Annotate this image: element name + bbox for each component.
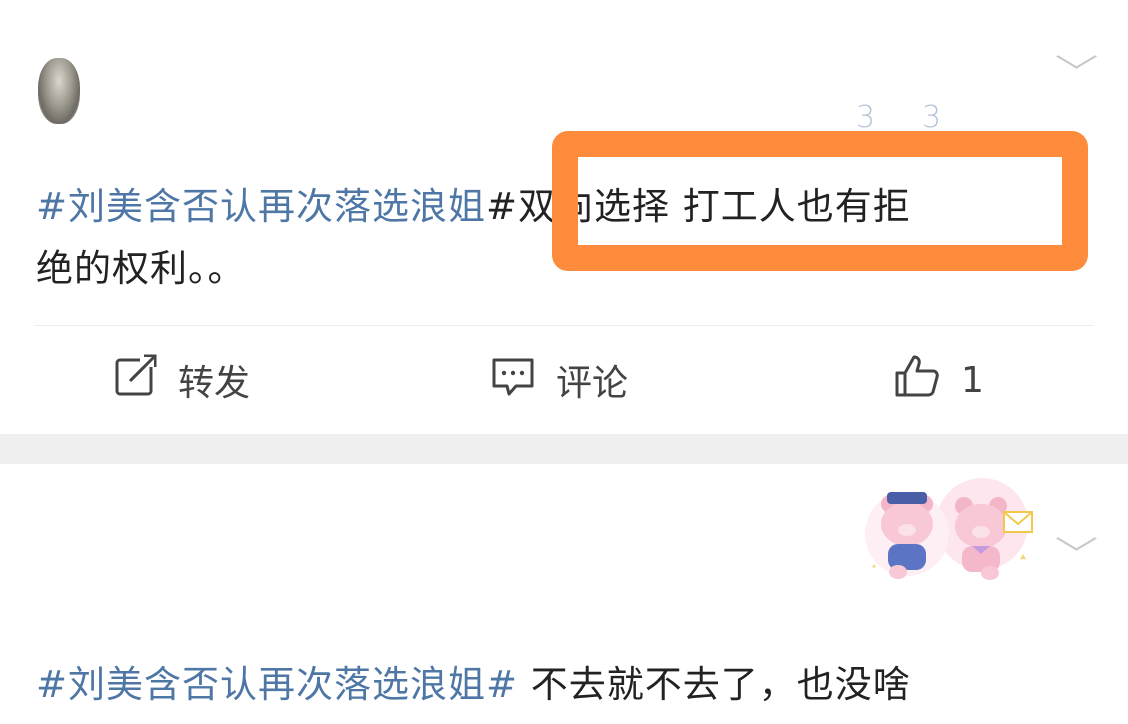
chevron-down-icon[interactable] xyxy=(1058,526,1084,552)
post-text-line1: 不去就不去了，也没啥 xyxy=(518,663,911,706)
comment-label: 评论 xyxy=(556,363,629,404)
post-text-line2: 绝的权利。。 xyxy=(36,247,246,290)
post-card: #刘美含否认再次落选浪姐# 不去就不去了，也没啥 xyxy=(0,464,1128,724)
feed-separator xyxy=(0,434,1128,464)
action-bar: 转发 评论 1 xyxy=(0,345,1128,415)
like-button[interactable]: 1 xyxy=(893,345,984,415)
repost-label: 转发 xyxy=(178,363,251,404)
repost-icon xyxy=(114,354,158,407)
comment-button[interactable]: 评论 xyxy=(490,345,628,415)
faint-number: 3 xyxy=(856,100,876,135)
like-icon xyxy=(893,353,941,408)
faint-number: 3 xyxy=(922,100,942,135)
comment-icon xyxy=(490,354,536,407)
repost-button[interactable]: 转发 xyxy=(114,345,250,415)
hashtag-link[interactable]: #刘美含否认再次落选浪姐# xyxy=(36,663,518,706)
post-text: #刘美含否认再次落选浪姐# 不去就不去了，也没啥 xyxy=(36,654,911,716)
chevron-down-icon[interactable] xyxy=(1058,44,1084,70)
bear-sticker-icon xyxy=(862,474,1042,588)
like-count: 1 xyxy=(961,359,984,401)
divider xyxy=(34,325,1094,326)
post-text: #刘美含否认再次落选浪姐#双向选择 打工人也有拒绝的权利。。 xyxy=(36,176,911,300)
post-card: 3 3 #刘美含否认再次落选浪姐#双向选择 打工人也有拒 绝的权利。。 转发 评… xyxy=(0,0,1128,434)
hashtag-link[interactable]: #刘美含否认再次落选浪姐 xyxy=(36,185,486,228)
post-text-line1: #双向选择 打工人也有拒 xyxy=(486,185,911,228)
avatar[interactable] xyxy=(38,58,80,124)
